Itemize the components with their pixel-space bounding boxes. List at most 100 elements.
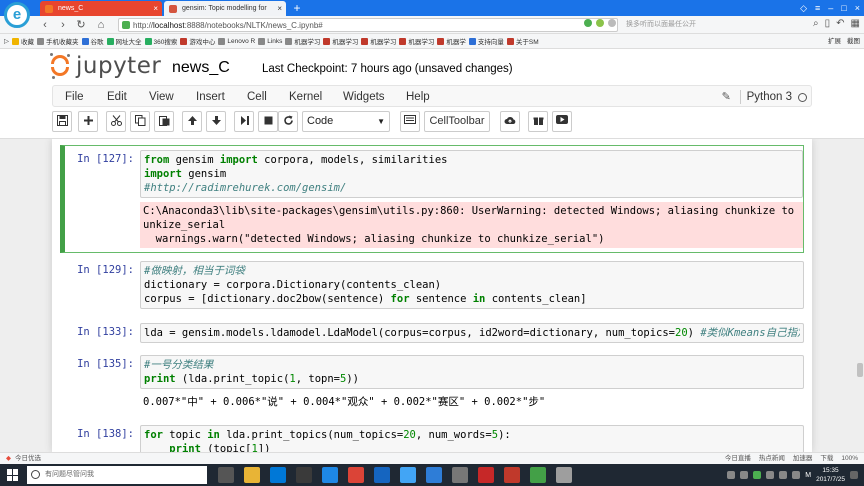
extensions-button[interactable]: 扩展 [828,34,841,48]
tab-news-c[interactable]: news_C × [40,1,162,16]
dropdown-icon[interactable] [608,19,616,27]
save-button[interactable] [52,111,72,132]
sidebar-toggle-icon[interactable]: ▷ [4,37,9,45]
pdf-icon[interactable] [478,467,494,483]
search-icon[interactable]: ⌕ [813,18,819,29]
insert-cell-button[interactable] [78,111,98,132]
cut-button[interactable] [106,111,126,132]
menu-kernel[interactable]: Kernel [289,86,322,108]
code-cell[interactable]: In [133]: lda = gensim.models.ldamodel.L… [60,323,804,345]
bookmark-item[interactable]: 机器学习 [361,36,396,46]
close-icon[interactable]: × [153,1,158,16]
360-browser-icon[interactable] [400,467,416,483]
menu-icon[interactable]: ≡ [815,0,820,16]
home-icon[interactable]: ⌂ [94,18,108,32]
powerpoint-icon[interactable] [504,467,520,483]
notebook-name[interactable]: news_C [172,58,230,78]
menu-cell[interactable]: Cell [247,86,267,108]
store-icon[interactable] [296,467,312,483]
close-window-icon[interactable]: × [855,0,860,16]
bookmark-item[interactable]: 机器学 [437,36,466,46]
clock[interactable]: 15:35 2017/7/25 [816,466,845,484]
minimize-icon[interactable]: – [828,0,833,16]
bookmark-item[interactable]: 手机收藏夹 [37,36,79,46]
paste-button[interactable] [154,111,174,132]
interrupt-button[interactable] [258,111,278,132]
restart-button[interactable] [278,111,298,132]
terminal-icon[interactable] [530,467,546,483]
present-button[interactable] [552,111,572,132]
bookmark-item[interactable]: 机器学习 [323,36,358,46]
lightning-icon[interactable] [596,19,604,27]
menu-help[interactable]: Help [406,86,430,108]
gift-button[interactable] [528,111,548,132]
ime-indicator[interactable]: M [805,472,811,479]
bookmark-item[interactable]: 360搜索 [144,36,177,46]
hot-news-link[interactable]: 热点新闻 [759,453,785,464]
menu-view[interactable]: View [149,86,174,108]
celltoolbar-button[interactable]: CellToolbar [424,111,490,132]
move-up-button[interactable] [182,111,202,132]
bookmark-item[interactable]: 支持向量 [468,36,504,46]
bookmark-item[interactable]: 收藏 [12,36,34,46]
code-editor[interactable]: lda = gensim.models.ldamodel.LdaModel(co… [140,323,804,343]
windows-start-icon[interactable] [7,469,19,481]
zoom-level[interactable]: 100% [841,453,858,464]
jupyter-logo[interactable]: jupyter [50,53,161,79]
ie-icon[interactable] [426,467,442,483]
new-tab-icon[interactable]: + [290,1,304,15]
pencil-icon[interactable]: ✎ [722,91,734,103]
apps-icon[interactable]: ▦ [851,18,860,29]
skin-icon[interactable]: ◇ [800,0,807,16]
code-editor[interactable]: from gensim import corpora, models, simi… [140,150,803,198]
screenshot-button[interactable]: 截图 [847,34,860,48]
move-down-button[interactable] [206,111,226,132]
download-link[interactable]: 下载 [820,453,833,464]
search-hint[interactable]: 换多听而以面最任公开 [622,18,792,32]
task-view-icon[interactable] [218,467,234,483]
tray-icon[interactable] [753,471,762,479]
tray-icon[interactable] [740,471,749,479]
browser-logo-icon[interactable]: e [4,2,30,28]
menu-edit[interactable]: Edit [107,86,127,108]
upload-button[interactable] [500,111,520,132]
code-cell[interactable]: In [138]: for topic in lda.print_topics(… [60,425,804,452]
reader-icon[interactable]: ▯ [825,18,831,29]
bookmark-item[interactable]: 关于SM [506,36,539,46]
code-cell[interactable]: In [135]: #一号分类结果 print (lda.print_topic… [60,355,804,411]
app-icon[interactable] [452,467,468,483]
scrollbar-thumb[interactable] [857,363,863,377]
copy-button[interactable] [130,111,150,132]
bookmark-item[interactable]: Lenovo R [218,37,255,45]
bookmark-item[interactable]: 机器学习 [285,36,320,46]
daily-picks-link[interactable]: 今日优选 [15,453,41,464]
volume-icon[interactable] [792,471,801,479]
code-cell-selected[interactable]: In [127]: from gensim import corpora, mo… [60,145,804,253]
back-icon[interactable]: ‹ [38,18,52,32]
code-cell[interactable]: In [129]: #做映射，相当于词袋 dictionary = corpor… [60,261,804,313]
app-icon[interactable] [556,467,572,483]
code-editor[interactable]: #一号分类结果 print (lda.print_topic(1, topn=5… [140,355,804,389]
code-editor[interactable]: #做映射，相当于词袋 dictionary = corpora.Dictiona… [140,261,804,309]
tray-icon[interactable] [727,471,736,479]
bookmark-item[interactable]: Links [258,37,282,45]
live-link[interactable]: 今日直播 [725,453,751,464]
menu-widgets[interactable]: Widgets [343,86,385,108]
bookmark-item[interactable]: 游戏中心 [180,36,215,46]
cell-type-select[interactable]: Code ▼ [302,111,390,132]
taskbar-search-input[interactable]: 有问题尽管问我 [27,466,207,484]
menu-insert[interactable]: Insert [196,86,225,108]
menu-file[interactable]: File [65,86,84,108]
photos-icon[interactable] [322,467,338,483]
forward-icon[interactable]: › [56,18,70,32]
undo-icon[interactable]: ↶ [836,18,844,29]
edge-icon[interactable] [270,467,286,483]
run-button[interactable] [234,111,254,132]
app-icon[interactable] [374,467,390,483]
bookmark-item[interactable]: 机器学习 [399,36,434,46]
tray-icon[interactable] [766,471,775,479]
command-palette-button[interactable] [400,111,420,132]
bookmark-item[interactable]: 谷歌 [81,36,104,46]
url-input[interactable]: http://localhost:8888/notebooks/NLTK/new… [118,18,618,32]
bookmark-item[interactable]: 网址大全 [106,36,142,46]
